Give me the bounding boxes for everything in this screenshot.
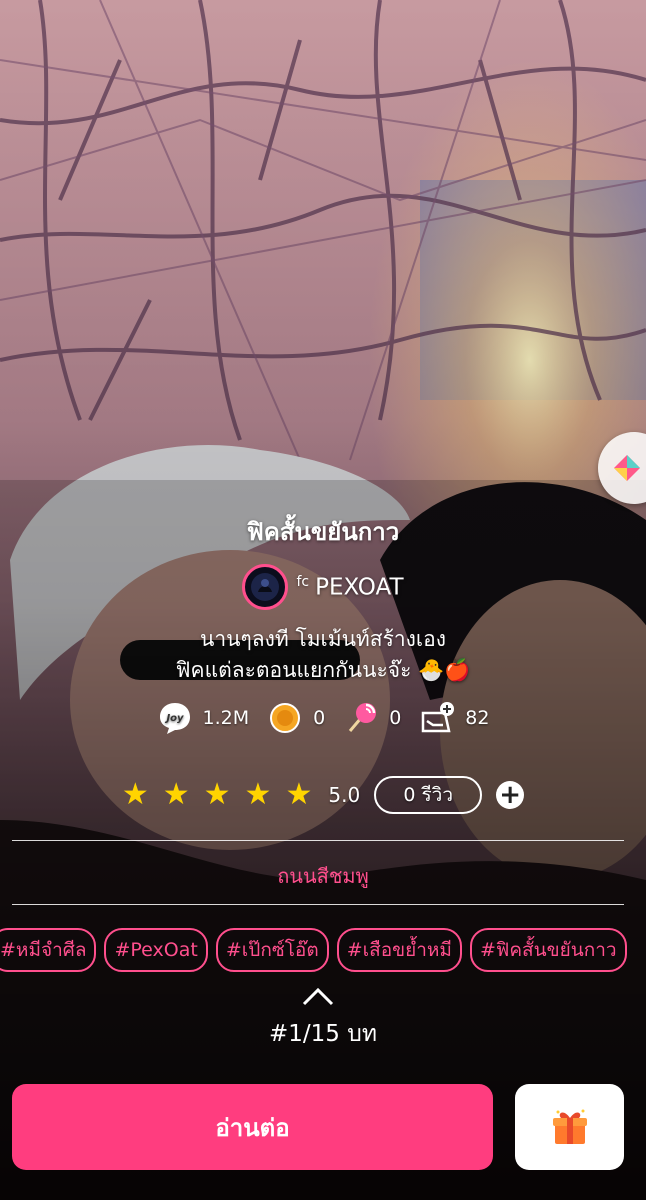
story-description: นานๆลงที โมเม้นท์สร้างเอง ฟิคแต่ละตอนแยก… <box>0 624 646 686</box>
star-icon: ★ <box>162 777 190 812</box>
tag-chip[interactable]: #เสือขย้ำหมี <box>336 928 462 972</box>
gift-button[interactable] <box>515 1084 624 1170</box>
tag-list: #หมีจำศีล #PexOat #เป๊กซ์โอ๊ต #เสือขย้ำห… <box>0 928 646 972</box>
author-row[interactable]: fc PEXOAT <box>0 564 646 610</box>
add-review-button[interactable]: + <box>496 781 525 809</box>
category-link[interactable]: ถนนสีชมพู <box>0 860 646 892</box>
stat-value: 0 <box>313 707 326 729</box>
author-prefix: fc <box>296 573 310 590</box>
reviews-button[interactable]: 0 รีวิว <box>374 776 483 814</box>
star-icon: ★ <box>121 777 149 812</box>
library-add-icon <box>419 700 455 736</box>
svg-text:Joy: Joy <box>164 713 184 724</box>
divider <box>12 904 624 905</box>
tag-chip[interactable]: #PexOat <box>104 928 208 972</box>
tag-chip[interactable]: #หมีจำศีล <box>0 928 97 972</box>
description-line: นานๆลงที โมเม้นท์สร้างเอง <box>200 627 446 651</box>
tag-chip[interactable]: #เป๊กซ์โอ๊ต <box>215 928 329 972</box>
story-stats: Joy 1.2M 0 0 82 <box>0 700 646 736</box>
author-avatar[interactable] <box>242 564 289 610</box>
joy-icon: Joy <box>157 700 193 736</box>
shapes-icon <box>614 455 640 481</box>
coin-icon <box>267 700 303 736</box>
rating-row: ★ ★ ★ ★ ★ 5.0 0 รีวิว + <box>0 776 646 814</box>
stat-value: 1.2M <box>202 707 250 729</box>
stat-value: 0 <box>389 707 402 729</box>
story-title: ฟิคสั้นขยันกาว <box>246 518 400 546</box>
stat-lollipops: 0 <box>343 700 401 736</box>
avatar-image-icon <box>251 573 280 601</box>
author-name[interactable]: fc PEXOAT <box>296 574 403 601</box>
star-icon: ★ <box>244 777 272 812</box>
stat-library[interactable]: 82 <box>419 700 489 736</box>
rating-stars: ★ ★ ★ ★ ★ <box>122 780 313 810</box>
lollipop-icon <box>343 700 379 736</box>
chevron-up-icon[interactable] <box>300 984 336 1008</box>
author-name-text: PEXOAT <box>315 574 404 601</box>
stat-views: Joy 1.2M <box>157 700 250 736</box>
gift-icon <box>552 1109 587 1144</box>
stat-coins: 0 <box>267 700 325 736</box>
rating-value: 5.0 <box>328 783 361 807</box>
star-icon: ★ <box>285 777 313 812</box>
description-line: ฟิคแต่ละตอนแยกกันนะจ๊ะ 🐣🍎 <box>175 658 471 682</box>
star-icon: ★ <box>203 777 231 812</box>
tag-chip[interactable]: #ฟิคสั้นขยันกาว <box>469 928 627 972</box>
continue-reading-button[interactable]: อ่านต่อ <box>12 1084 493 1170</box>
chapter-indicator: #1/15 บท <box>269 1021 377 1047</box>
stat-value: 82 <box>465 707 490 729</box>
divider <box>12 840 624 841</box>
